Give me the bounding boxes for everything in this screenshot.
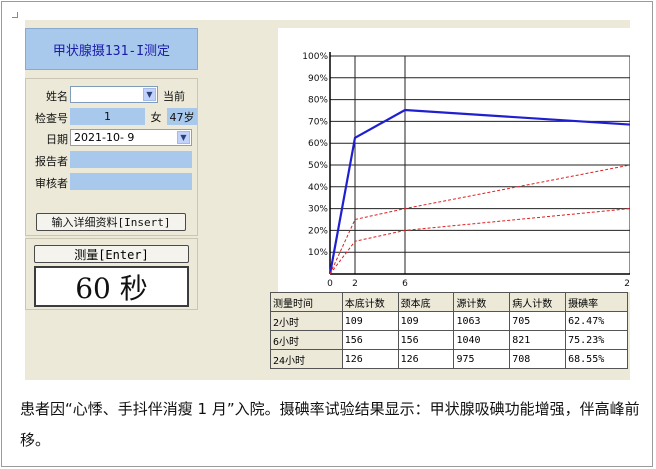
y-tick-label: 100% — [302, 52, 328, 62]
y-tick-label: 60% — [308, 139, 328, 149]
table-row[interactable]: 24小时 126 126 975 708 68.55% — [270, 349, 628, 369]
reporter-field[interactable] — [70, 151, 192, 168]
age-field: 47岁 — [167, 108, 197, 125]
series-line-3 — [329, 208, 631, 275]
date-picker[interactable]: 2021-10- 9 ▼ — [70, 129, 192, 146]
corner-mark — [12, 12, 18, 18]
cell-source: 1063 — [453, 311, 511, 331]
cell-background: 156 — [341, 330, 399, 350]
header-background-count: 本底计数 — [341, 292, 399, 312]
series-line-2 — [329, 164, 631, 275]
current-label: 当前 — [163, 90, 185, 103]
table-row[interactable]: 6小时 156 156 1040 821 75.23% — [270, 330, 628, 350]
exam-no-field[interactable]: 1 — [70, 108, 145, 125]
cell-background: 126 — [341, 349, 399, 369]
header-source-count: 源计数 — [453, 292, 511, 312]
x-tick-label: 2 — [352, 279, 358, 289]
cell-neck-background: 126 — [397, 349, 455, 369]
header-uptake-rate: 摄碘率 — [565, 292, 628, 312]
table-row[interactable]: 2小时 109 109 1063 705 62.47% — [270, 311, 628, 331]
name-select[interactable]: ▼ — [70, 86, 158, 103]
x-tick-label: 0 — [327, 279, 333, 289]
gender-field: 女 — [147, 108, 165, 125]
date-value: 2021-10- 9 — [74, 131, 135, 144]
cell-time: 6小时 — [270, 330, 343, 350]
measure-button[interactable]: 测量[Enter] — [34, 245, 189, 263]
patient-form: 姓名 ▼ 当前 检查号 1 女 47岁 日期 2021-10- 9 ▼ 报告者 … — [25, 78, 198, 236]
cell-patient: 705 — [509, 311, 567, 331]
y-tick-label: 90% — [308, 74, 328, 84]
exam-no-label: 检查号 — [35, 112, 68, 125]
cell-time: 2小时 — [270, 311, 343, 331]
y-tick-label: 50% — [308, 161, 328, 171]
cell-patient: 708 — [509, 349, 567, 369]
x-tick-label: 24 — [624, 279, 630, 289]
app-title: 甲状腺摄131-I测定 — [25, 28, 198, 70]
header-measure-time: 测量时间 — [270, 292, 343, 312]
reviewer-label: 审核者 — [35, 177, 68, 190]
cell-uptake: 75.23% — [565, 330, 628, 350]
thyroid-uptake-app: 甲状腺摄131-I测定 姓名 ▼ 当前 检查号 1 女 47岁 日期 2021-… — [25, 20, 636, 380]
cell-time: 24小时 — [270, 349, 343, 369]
cell-uptake: 68.55% — [565, 349, 628, 369]
chevron-down-icon[interactable]: ▼ — [143, 88, 156, 101]
results-table: 测量时间 本底计数 颈本底 源计数 病人计数 摄碘率 2小时 109 109 1… — [270, 292, 628, 369]
y-tick-label: 70% — [308, 117, 328, 127]
measure-panel: 测量[Enter] 60 秒 — [25, 238, 198, 310]
cell-neck-background: 109 — [397, 311, 455, 331]
y-tick-label: 40% — [308, 183, 328, 193]
x-tick-label: 6 — [402, 279, 408, 289]
uptake-chart-svg: 10% 20% 30% 40% 50% 60% 70% 80% 90% 100% 0 2 6 24 — [302, 52, 636, 289]
timer-display: 60 秒 — [34, 266, 189, 307]
y-tick-label: 30% — [308, 205, 328, 215]
cell-neck-background: 156 — [397, 330, 455, 350]
cell-patient: 821 — [509, 330, 567, 350]
date-label: 日期 — [46, 133, 68, 146]
cell-source: 1040 — [453, 330, 511, 350]
reporter-label: 报告者 — [35, 155, 68, 168]
insert-details-button[interactable]: 输入详细资料[Insert] — [36, 213, 186, 231]
y-tick-label: 20% — [308, 226, 328, 236]
cell-source: 975 — [453, 349, 511, 369]
y-tick-label: 80% — [308, 96, 328, 106]
table-header-row: 测量时间 本底计数 颈本底 源计数 病人计数 摄碘率 — [270, 292, 628, 312]
name-label: 姓名 — [46, 90, 68, 103]
header-neck-background: 颈本底 — [397, 292, 455, 312]
reviewer-field[interactable] — [70, 173, 192, 190]
cell-uptake: 62.47% — [565, 311, 628, 331]
series-line-1 — [328, 108, 631, 275]
chevron-down-icon[interactable]: ▼ — [177, 131, 190, 144]
y-tick-label: 10% — [308, 248, 328, 258]
header-patient-count: 病人计数 — [509, 292, 567, 312]
figure-caption: 患者因“心悸、手抖伴消瘦 1 月”入院。摄碘率试验结果显示：甲状腺吸碘功能增强，… — [20, 400, 640, 449]
uptake-chart: 10% 20% 30% 40% 50% 60% 70% 80% 90% 100% 0 2 6 24 — [278, 28, 636, 292]
cell-background: 109 — [341, 311, 399, 331]
